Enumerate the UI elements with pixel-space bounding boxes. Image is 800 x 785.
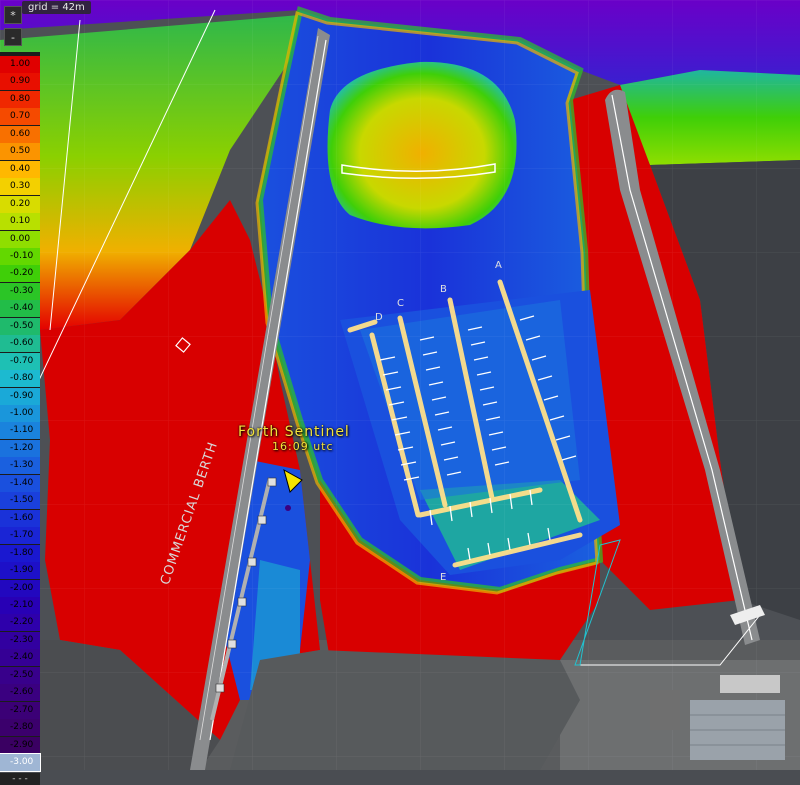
legend-row[interactable]: 0.30 xyxy=(0,178,40,196)
legend-row[interactable]: -1.40 xyxy=(0,474,40,492)
legend-row[interactable]: -2.90 xyxy=(0,736,40,754)
legend-row[interactable]: -0.80 xyxy=(0,370,40,388)
legend-row[interactable]: -2.00 xyxy=(0,579,40,597)
legend-row[interactable]: -0.60 xyxy=(0,335,40,353)
legend-row[interactable]: -0.30 xyxy=(0,282,40,300)
legend-row[interactable]: -2.40 xyxy=(0,649,40,667)
legend-row[interactable]: 0.60 xyxy=(0,125,40,143)
legend-row[interactable]: 0.20 xyxy=(0,195,40,213)
legend-row[interactable]: -2.60 xyxy=(0,684,40,702)
legend-row[interactable]: -1.70 xyxy=(0,527,40,545)
vessel-time-label: 16:09 utc xyxy=(272,440,334,453)
pontoon-label: D xyxy=(375,312,383,323)
legend-row[interactable]: -0.20 xyxy=(0,265,40,283)
legend-row[interactable]: -2.70 xyxy=(0,701,40,719)
vessel-name-label[interactable]: Forth Sentinel xyxy=(238,424,350,440)
legend-row[interactable]: -1.00 xyxy=(0,405,40,422)
pontoon-label: A xyxy=(495,260,502,271)
legend-row[interactable]: 0.70 xyxy=(0,108,40,126)
legend-row[interactable]: -0.70 xyxy=(0,352,40,370)
legend-row[interactable]: -0.40 xyxy=(0,300,40,318)
legend-row[interactable]: -0.90 xyxy=(0,387,40,405)
map-tool-button[interactable]: * xyxy=(4,6,22,24)
legend-row[interactable]: -0.50 xyxy=(0,317,40,335)
legend-row[interactable]: 0.10 xyxy=(0,213,40,231)
legend-row[interactable]: -2.80 xyxy=(0,719,40,737)
legend-row[interactable]: 0.80 xyxy=(0,90,40,108)
legend-row[interactable]: -2.30 xyxy=(0,631,40,649)
legend-row[interactable]: -2.10 xyxy=(0,596,40,614)
legend-row[interactable]: -0.10 xyxy=(0,247,40,265)
depth-legend: 1.00 0.90 0.80 0.70 0.60 0.50 0.40 0.30 0.20 0.10… xyxy=(0,52,41,785)
legend-row[interactable]: 0.00 xyxy=(0,230,40,248)
legend-row[interactable]: 0.50 xyxy=(0,143,40,161)
legend-row[interactable]: -1.80 xyxy=(0,544,40,562)
pontoon-label: E xyxy=(440,572,446,583)
bathymetry-map[interactable]: A B C D E xyxy=(0,0,800,770)
pontoon-label: C xyxy=(397,298,404,309)
legend-row[interactable]: -1.30 xyxy=(0,457,40,475)
grid-scale-label: grid = 42m xyxy=(22,1,91,14)
legend-row[interactable]: 0.90 xyxy=(0,73,40,91)
legend-more-button[interactable]: - - - xyxy=(0,773,40,785)
map-tool-button-2[interactable]: - xyxy=(4,28,22,46)
legend-row[interactable]: -2.20 xyxy=(0,614,40,632)
legend-row[interactable]: -1.50 xyxy=(0,492,40,510)
legend-row[interactable]: -1.90 xyxy=(0,562,40,580)
legend-row[interactable]: -3.00 xyxy=(0,753,41,772)
legend-row[interactable]: -2.50 xyxy=(0,666,40,684)
pontoon-label: B xyxy=(440,284,447,295)
legend-row[interactable]: 1.00 xyxy=(0,56,40,73)
legend-row[interactable]: 0.40 xyxy=(0,160,40,178)
legend-row[interactable]: -1.20 xyxy=(0,439,40,457)
legend-row[interactable]: -1.60 xyxy=(0,509,40,527)
legend-row[interactable]: -1.10 xyxy=(0,422,40,440)
